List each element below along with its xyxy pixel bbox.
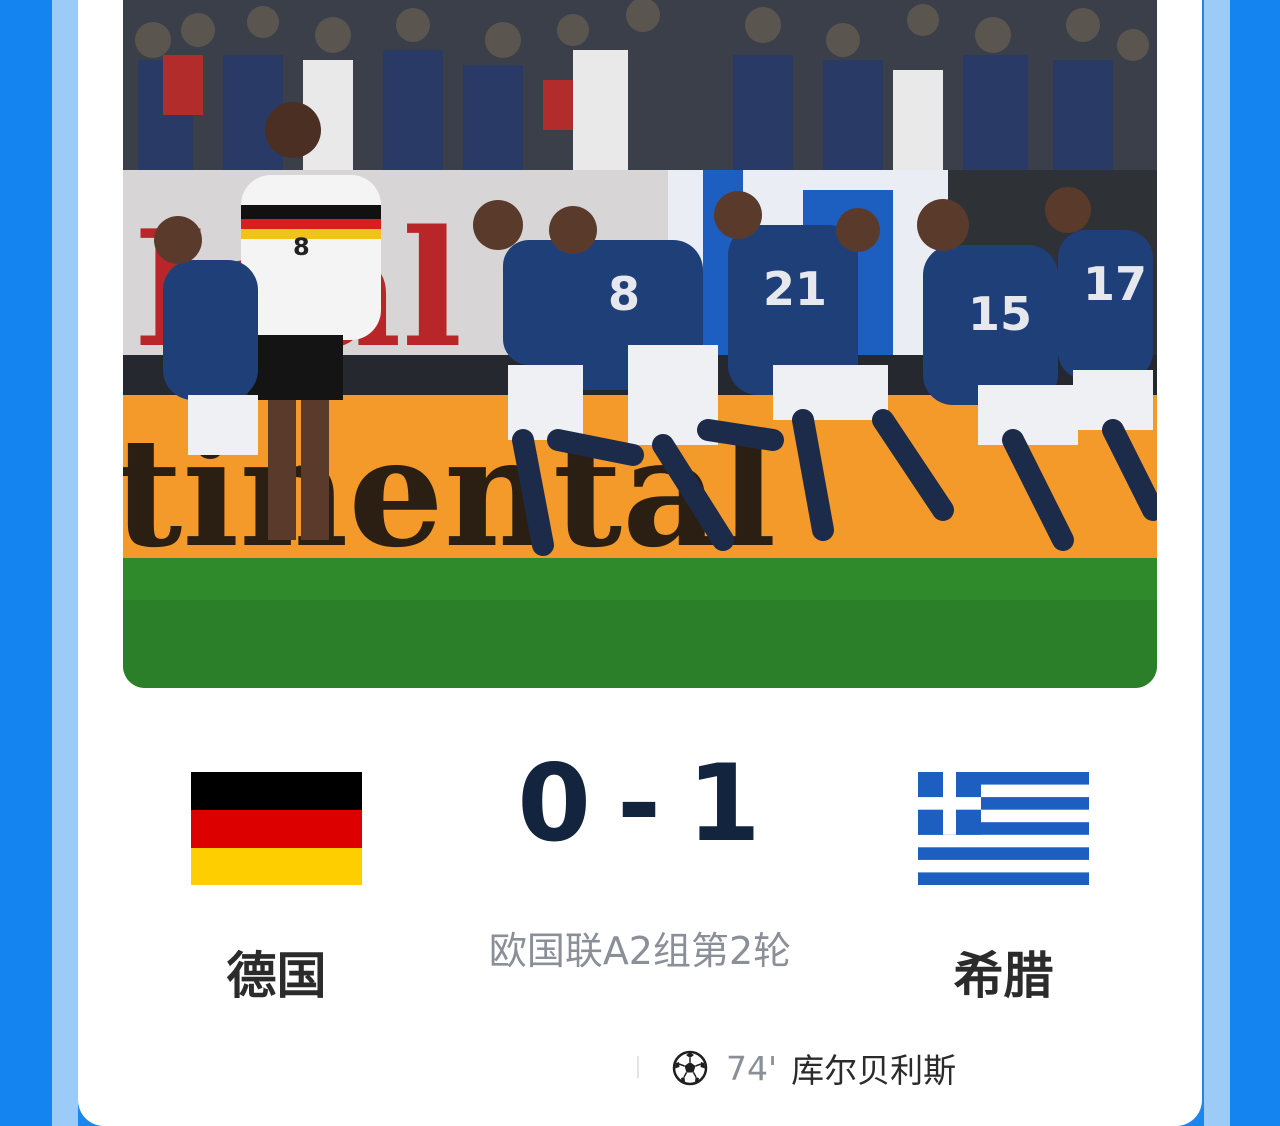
frame-left <box>0 0 52 1126</box>
away-score: 1 <box>687 741 763 865</box>
svg-text:17: 17 <box>1083 257 1147 311</box>
home-score: 0 <box>517 741 593 865</box>
match-photo[interactable]: Isal tinental 8 <box>123 0 1157 688</box>
germany-flag-icon <box>191 772 362 885</box>
scoreline: 0 - 1 <box>490 738 790 868</box>
greece-flag-icon <box>918 772 1089 885</box>
frame-right <box>1230 0 1280 1126</box>
soccer-ball-icon <box>672 1050 708 1086</box>
competition-round: 欧国联A2组第2轮 <box>488 929 792 973</box>
svg-text:21: 21 <box>763 262 827 316</box>
score-separator: - <box>617 741 663 865</box>
svg-text:15: 15 <box>968 287 1032 341</box>
frame-left-inner <box>52 0 78 1126</box>
home-team-name[interactable]: 德国 <box>191 944 362 1008</box>
svg-text:8: 8 <box>293 233 310 261</box>
away-team-name[interactable]: 希腊 <box>918 944 1089 1008</box>
goal-scorer[interactable]: 库尔贝利斯 <box>791 1044 956 1092</box>
svg-text:8: 8 <box>608 267 640 321</box>
goal-event: 74' 库尔贝利斯 <box>672 1046 956 1090</box>
timeline-divider <box>637 1056 639 1078</box>
goal-minute: 74' <box>726 1048 778 1088</box>
frame-right-inner <box>1204 0 1230 1126</box>
